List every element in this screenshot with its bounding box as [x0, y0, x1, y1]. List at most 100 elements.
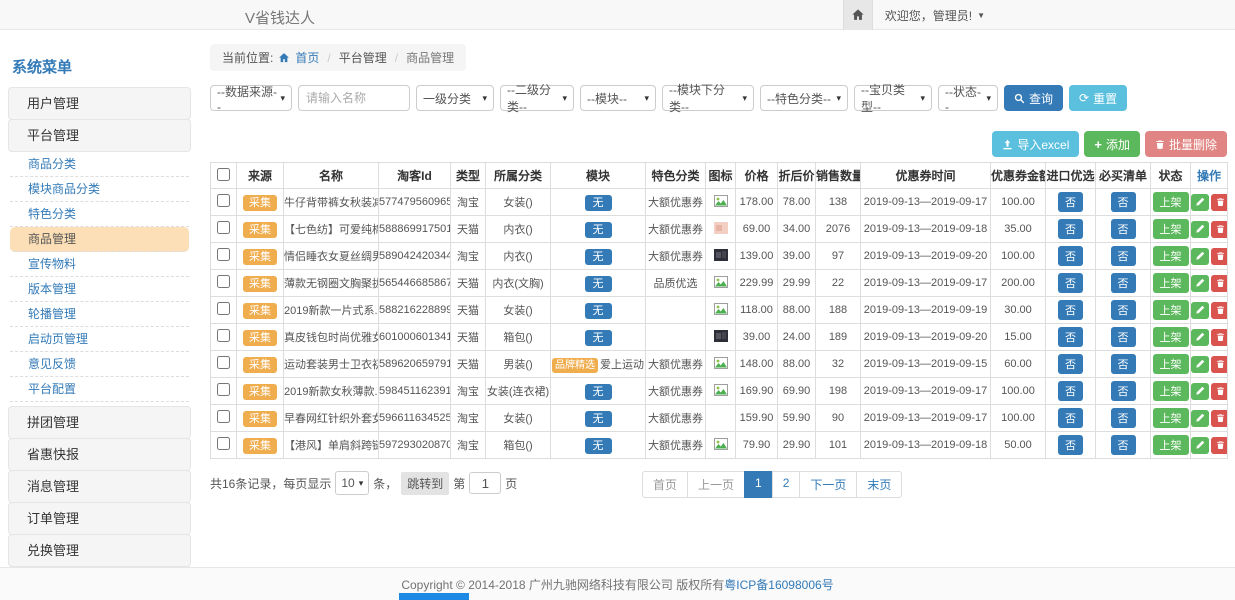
- edit-button[interactable]: [1191, 248, 1209, 265]
- delete-button[interactable]: [1211, 356, 1228, 373]
- must-buy-toggle-button[interactable]: 否: [1111, 381, 1136, 401]
- row-checkbox[interactable]: [217, 248, 230, 261]
- delete-button[interactable]: [1211, 194, 1228, 211]
- delete-button[interactable]: [1211, 275, 1228, 292]
- sidebar-item-message-management[interactable]: 消息管理: [8, 470, 191, 503]
- must-buy-toggle-button[interactable]: 否: [1111, 273, 1136, 293]
- must-buy-toggle-button[interactable]: 否: [1111, 300, 1136, 320]
- imported-toggle-button[interactable]: 否: [1058, 246, 1083, 266]
- module-select[interactable]: --模块--▾: [580, 85, 656, 111]
- edit-button[interactable]: [1191, 329, 1209, 346]
- imported-toggle-button[interactable]: 否: [1058, 354, 1083, 374]
- delete-button[interactable]: [1211, 437, 1228, 454]
- status-button[interactable]: 上架: [1153, 354, 1189, 374]
- imported-toggle-button[interactable]: 否: [1058, 192, 1083, 212]
- sidebar-item-module-goods-category[interactable]: 模块商品分类: [10, 177, 189, 202]
- delete-button[interactable]: [1211, 410, 1228, 427]
- edit-button[interactable]: [1191, 410, 1209, 427]
- imported-toggle-button[interactable]: 否: [1058, 381, 1083, 401]
- row-checkbox[interactable]: [217, 302, 230, 315]
- delete-button[interactable]: [1211, 329, 1228, 346]
- level1-category-select[interactable]: 一级分类▾: [416, 85, 494, 111]
- edit-button[interactable]: [1191, 194, 1209, 211]
- sidebar-item-splash-management[interactable]: 启动页管理: [10, 327, 189, 352]
- pager-first[interactable]: 首页: [642, 471, 688, 498]
- must-buy-toggle-button[interactable]: 否: [1111, 354, 1136, 374]
- sidebar-item-promo-material[interactable]: 宣传物料: [10, 252, 189, 277]
- pager-next[interactable]: 下一页: [799, 471, 857, 498]
- import-excel-button[interactable]: 导入excel: [992, 131, 1079, 157]
- pager-page-2[interactable]: 2: [772, 471, 801, 498]
- batch-delete-button[interactable]: 批量删除: [1145, 131, 1227, 157]
- sidebar-item-goods-category[interactable]: 商品分类: [10, 152, 189, 177]
- imported-toggle-button[interactable]: 否: [1058, 273, 1083, 293]
- row-checkbox[interactable]: [217, 221, 230, 234]
- status-button[interactable]: 上架: [1153, 273, 1189, 293]
- sidebar-item-user-management[interactable]: 用户管理: [8, 87, 191, 120]
- row-checkbox[interactable]: [217, 383, 230, 396]
- feature-category-select[interactable]: --特色分类--▾: [760, 85, 848, 111]
- row-checkbox[interactable]: [217, 410, 230, 423]
- sidebar-item-group-buy-management[interactable]: 拼团管理: [8, 406, 191, 439]
- row-checkbox[interactable]: [217, 275, 230, 288]
- sidebar-item-goods-management[interactable]: 商品管理: [10, 227, 189, 252]
- status-button[interactable]: 上架: [1153, 246, 1189, 266]
- home-button[interactable]: [843, 0, 873, 30]
- edit-button[interactable]: [1191, 383, 1209, 400]
- status-button[interactable]: 上架: [1153, 327, 1189, 347]
- sidebar-item-platform-config[interactable]: 平台配置: [10, 377, 189, 402]
- data-source-select[interactable]: --数据来源--▾: [210, 85, 292, 111]
- sidebar-item-carousel-management[interactable]: 轮播管理: [10, 302, 189, 327]
- add-button[interactable]: + 添加: [1084, 131, 1140, 157]
- edit-button[interactable]: [1191, 356, 1209, 373]
- must-buy-toggle-button[interactable]: 否: [1111, 192, 1136, 212]
- sidebar-item-platform-management[interactable]: 平台管理: [8, 119, 191, 152]
- sidebar-item-saving-express[interactable]: 省惠快报: [8, 438, 191, 471]
- status-button[interactable]: 上架: [1153, 219, 1189, 239]
- sidebar-item-feature-category[interactable]: 特色分类: [10, 202, 189, 227]
- delete-button[interactable]: [1211, 248, 1228, 265]
- pager-last[interactable]: 末页: [856, 471, 902, 498]
- level2-category-select[interactable]: --二级分类--▾: [500, 85, 574, 111]
- sidebar-item-order-management[interactable]: 订单管理: [8, 502, 191, 535]
- edit-button[interactable]: [1191, 437, 1209, 454]
- module-subcategory-select[interactable]: --模块下分类--▾: [662, 85, 754, 111]
- status-select[interactable]: --状态--▾: [938, 85, 998, 111]
- page-number-input[interactable]: [469, 472, 501, 494]
- pager-prev[interactable]: 上一页: [687, 471, 745, 498]
- status-button[interactable]: 上架: [1153, 300, 1189, 320]
- must-buy-toggle-button[interactable]: 否: [1111, 327, 1136, 347]
- sidebar-item-feedback[interactable]: 意见反馈: [10, 352, 189, 377]
- breadcrumb-home-link[interactable]: 首页: [295, 49, 319, 66]
- jump-button[interactable]: 跳转到: [401, 472, 449, 495]
- pager-page-1[interactable]: 1: [744, 471, 773, 498]
- delete-button[interactable]: [1211, 383, 1228, 400]
- imported-toggle-button[interactable]: 否: [1058, 300, 1083, 320]
- imported-toggle-button[interactable]: 否: [1058, 327, 1083, 347]
- search-button[interactable]: 查询: [1004, 85, 1063, 111]
- per-page-select[interactable]: 10 ▾: [335, 471, 369, 495]
- must-buy-toggle-button[interactable]: 否: [1111, 435, 1136, 455]
- name-keyword-input[interactable]: [298, 85, 410, 111]
- item-type-select[interactable]: --宝贝类型--▾: [854, 85, 932, 111]
- reset-button[interactable]: ⟳ 重置: [1069, 85, 1127, 111]
- sidebar-item-version-management[interactable]: 版本管理: [10, 277, 189, 302]
- must-buy-toggle-button[interactable]: 否: [1111, 219, 1136, 239]
- must-buy-toggle-button[interactable]: 否: [1111, 408, 1136, 428]
- status-button[interactable]: 上架: [1153, 435, 1189, 455]
- imported-toggle-button[interactable]: 否: [1058, 435, 1083, 455]
- row-checkbox[interactable]: [217, 356, 230, 369]
- must-buy-toggle-button[interactable]: 否: [1111, 246, 1136, 266]
- edit-button[interactable]: [1191, 302, 1209, 319]
- imported-toggle-button[interactable]: 否: [1058, 219, 1083, 239]
- icp-link[interactable]: 粤ICP备16098006号: [724, 576, 833, 593]
- edit-button[interactable]: [1191, 221, 1209, 238]
- row-checkbox[interactable]: [217, 437, 230, 450]
- status-button[interactable]: 上架: [1153, 408, 1189, 428]
- row-checkbox[interactable]: [217, 329, 230, 342]
- edit-button[interactable]: [1191, 275, 1209, 292]
- status-button[interactable]: 上架: [1153, 381, 1189, 401]
- delete-button[interactable]: [1211, 221, 1228, 238]
- sidebar-item-exchange-management[interactable]: 兑换管理: [8, 534, 191, 567]
- status-button[interactable]: 上架: [1153, 192, 1189, 212]
